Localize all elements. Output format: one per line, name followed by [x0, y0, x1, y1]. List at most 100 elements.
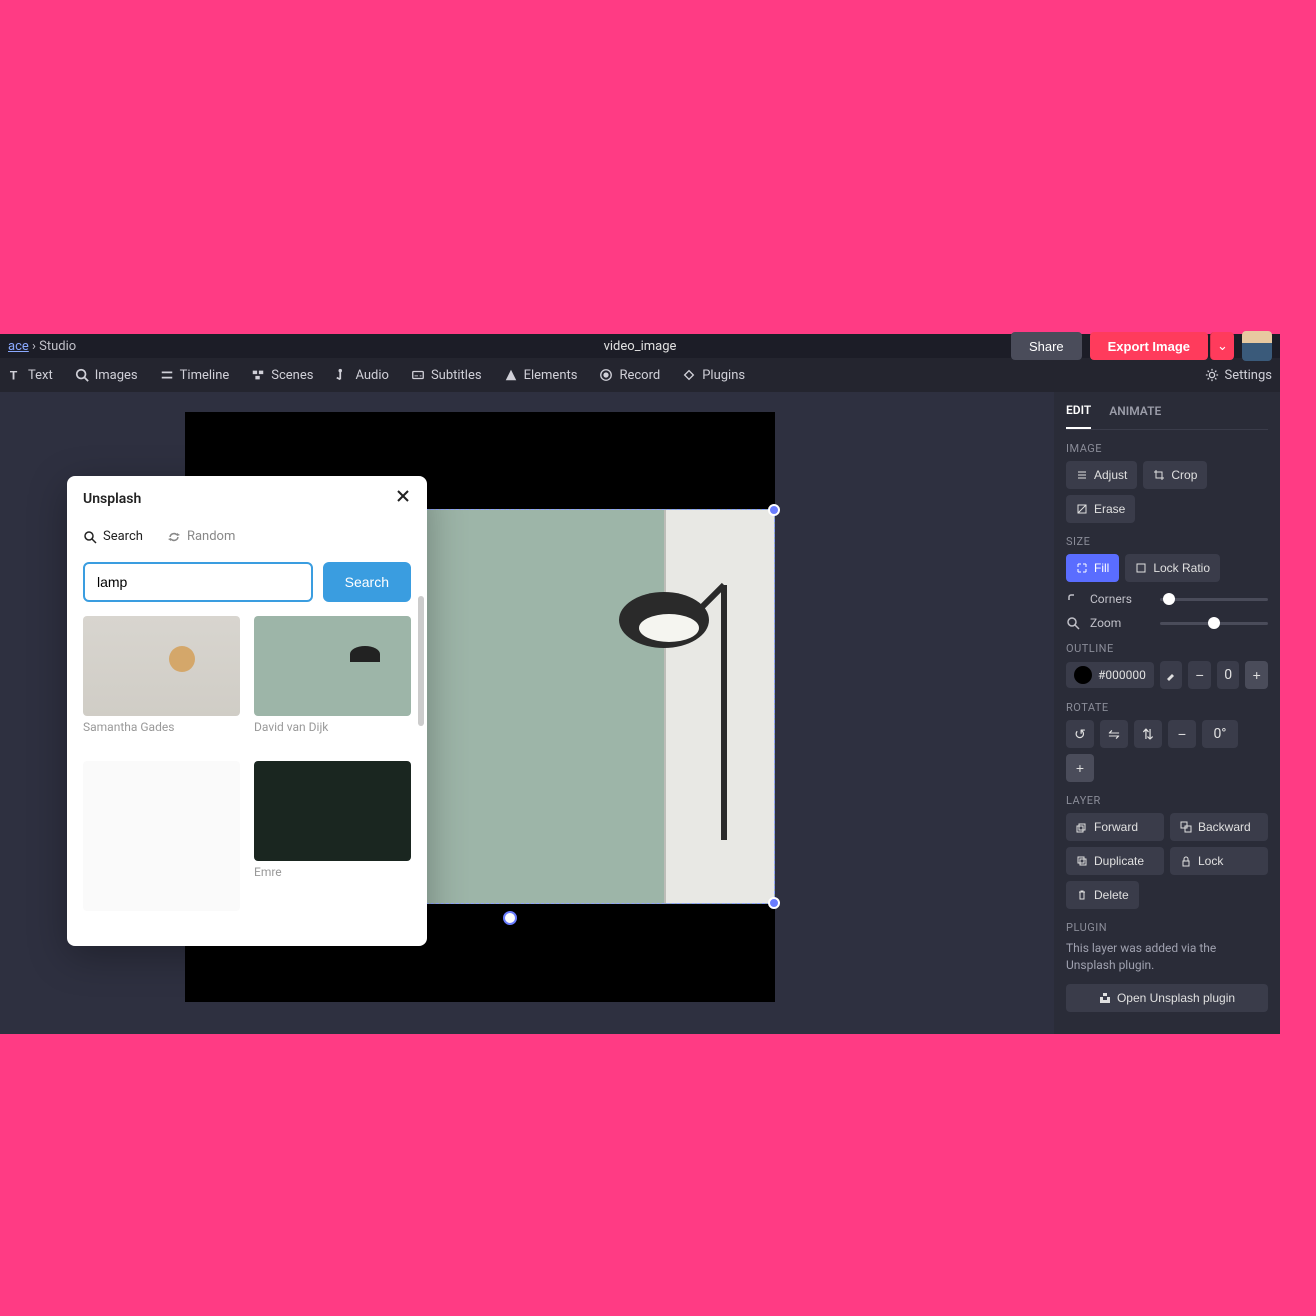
- result-item[interactable]: David van Dijk: [254, 616, 411, 749]
- fill-icon: [1076, 562, 1088, 574]
- breadcrumb-studio: Studio: [39, 339, 76, 354]
- corners-label: Corners: [1090, 592, 1150, 606]
- corners-icon: [1066, 592, 1080, 606]
- section-outline-label: OUTLINE: [1066, 642, 1268, 655]
- corners-slider[interactable]: [1160, 598, 1268, 601]
- section-plugin-label: PLUGIN: [1066, 921, 1268, 934]
- rotate-increase-button[interactable]: +: [1066, 754, 1094, 782]
- lock-ratio-icon: [1135, 562, 1147, 574]
- topbar: ace › Studio video_image Share Export Im…: [0, 334, 1280, 358]
- plugins-icon: [682, 368, 696, 382]
- tool-timeline[interactable]: Timeline: [160, 368, 230, 383]
- record-icon: [599, 368, 613, 382]
- delete-button[interactable]: Delete: [1066, 881, 1139, 909]
- search-icon: [75, 368, 89, 382]
- close-modal-button[interactable]: [395, 488, 411, 509]
- results-scrollbar[interactable]: [418, 596, 424, 726]
- fill-button[interactable]: Fill: [1066, 554, 1119, 582]
- timeline-icon: [160, 368, 174, 382]
- search-icon: [83, 530, 97, 544]
- resize-handle-br[interactable]: [768, 897, 780, 909]
- user-avatar[interactable]: [1242, 331, 1272, 361]
- result-author: Samantha Gades: [83, 720, 240, 734]
- crop-icon: [1153, 469, 1165, 481]
- rotate-ccw-button[interactable]: ↺: [1066, 720, 1094, 748]
- result-author: Emre: [254, 865, 411, 879]
- lock-ratio-button[interactable]: Lock Ratio: [1125, 554, 1220, 582]
- result-item[interactable]: Samantha Gades: [83, 616, 240, 749]
- tab-animate[interactable]: ANIMATE: [1109, 392, 1161, 429]
- backward-icon: [1180, 821, 1192, 833]
- outline-color-field[interactable]: #000000: [1066, 662, 1154, 688]
- color-chip: [1074, 666, 1092, 684]
- properties-panel: EDIT ANIMATE IMAGE Adjust Crop Erase SIZ…: [1054, 392, 1280, 1034]
- toolbar: T Text Images Timeline Scenes Audio Subt…: [0, 358, 1280, 392]
- backward-button[interactable]: Backward: [1170, 813, 1268, 841]
- erase-icon: [1076, 503, 1088, 515]
- result-thumbnail: [83, 761, 240, 911]
- document-title: video_image: [604, 339, 677, 354]
- outline-increase-button[interactable]: +: [1245, 661, 1268, 689]
- forward-icon: [1076, 821, 1088, 833]
- lock-button[interactable]: Lock: [1170, 847, 1268, 875]
- tab-edit[interactable]: EDIT: [1066, 392, 1091, 429]
- trash-icon: [1076, 889, 1088, 901]
- result-thumbnail: [254, 616, 411, 716]
- crop-button[interactable]: Crop: [1143, 461, 1207, 489]
- tool-audio[interactable]: Audio: [335, 368, 388, 383]
- adjust-button[interactable]: Adjust: [1066, 461, 1137, 489]
- svg-text:T: T: [10, 368, 18, 382]
- forward-button[interactable]: Forward: [1066, 813, 1164, 841]
- export-image-button[interactable]: Export Image: [1090, 332, 1208, 360]
- zoom-slider[interactable]: [1160, 622, 1268, 625]
- unsplash-icon: [1099, 992, 1111, 1004]
- rotate-decrease-button[interactable]: −: [1168, 720, 1196, 748]
- settings-link[interactable]: Settings: [1205, 368, 1272, 383]
- tool-scenes[interactable]: Scenes: [251, 368, 313, 383]
- outline-decrease-button[interactable]: −: [1188, 661, 1211, 689]
- adjust-icon: [1076, 469, 1088, 481]
- tool-subtitles[interactable]: Subtitles: [411, 368, 482, 383]
- tool-elements[interactable]: Elements: [504, 368, 578, 383]
- refresh-icon: [167, 530, 181, 544]
- erase-button[interactable]: Erase: [1066, 495, 1135, 523]
- zoom-icon: [1066, 616, 1080, 630]
- tool-record[interactable]: Record: [599, 368, 660, 383]
- unsplash-search-button[interactable]: Search: [323, 562, 411, 602]
- result-thumbnail: [254, 761, 411, 861]
- search-results-grid: Samantha Gades David van Dijk Emre: [67, 612, 427, 946]
- duplicate-button[interactable]: Duplicate: [1066, 847, 1164, 875]
- breadcrumb: ace › Studio: [8, 339, 76, 354]
- rotate-value: 0°: [1202, 720, 1238, 748]
- elements-icon: [504, 368, 518, 382]
- unsplash-search-input[interactable]: [83, 562, 313, 602]
- tool-text[interactable]: T Text: [8, 368, 53, 383]
- share-button[interactable]: Share: [1011, 332, 1082, 360]
- section-layer-label: LAYER: [1066, 794, 1268, 807]
- tool-plugins[interactable]: Plugins: [682, 368, 745, 383]
- modal-tab-random[interactable]: Random: [167, 529, 235, 544]
- gear-icon: [1205, 368, 1219, 382]
- modal-tab-search[interactable]: Search: [83, 529, 143, 544]
- unsplash-modal: Unsplash Search Random Search Samantha G…: [67, 476, 427, 946]
- result-item[interactable]: Emre: [254, 761, 411, 930]
- duplicate-icon: [1076, 855, 1088, 867]
- flip-vertical-button[interactable]: ⇅: [1134, 720, 1162, 748]
- section-rotate-label: ROTATE: [1066, 701, 1268, 714]
- close-icon: [395, 488, 411, 504]
- flip-horizontal-button[interactable]: ⇋: [1100, 720, 1128, 748]
- subtitles-icon: [411, 368, 425, 382]
- outline-width-value: 0: [1217, 661, 1240, 689]
- export-dropdown-caret[interactable]: ⌄: [1210, 332, 1234, 360]
- resize-handle-tr[interactable]: [768, 504, 780, 516]
- tool-images[interactable]: Images: [75, 368, 138, 383]
- lock-icon: [1180, 855, 1192, 867]
- rotate-handle[interactable]: [503, 911, 517, 925]
- outline-eyedropper-button[interactable]: [1160, 661, 1183, 689]
- section-size-label: SIZE: [1066, 535, 1268, 548]
- open-unsplash-plugin-button[interactable]: Open Unsplash plugin: [1066, 984, 1268, 1012]
- plugin-description: This layer was added via the Unsplash pl…: [1066, 940, 1268, 974]
- breadcrumb-workspace-link[interactable]: ace: [8, 339, 29, 354]
- zoom-label: Zoom: [1090, 616, 1150, 630]
- result-item[interactable]: [83, 761, 240, 930]
